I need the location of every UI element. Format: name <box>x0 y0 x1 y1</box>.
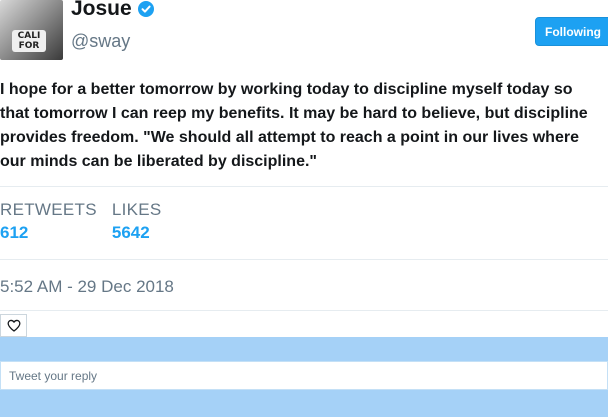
tweet-stats: RETWEETS 612 LIKES 5642 <box>0 200 177 243</box>
retweets-count: 612 <box>0 223 29 242</box>
verified-badge-icon <box>137 1 154 17</box>
name-row: Josue <box>71 0 154 21</box>
likes-stat[interactable]: LIKES 5642 <box>112 200 162 243</box>
divider <box>0 310 608 311</box>
avatar[interactable]: CALI FOR <box>0 0 63 60</box>
avatar-text: CALI FOR <box>12 30 46 52</box>
user-handle[interactable]: @sway <box>71 31 130 52</box>
retweets-stat[interactable]: RETWEETS 612 <box>0 200 97 243</box>
divider <box>0 259 608 260</box>
display-name[interactable]: Josue <box>71 0 132 21</box>
like-button[interactable] <box>0 314 27 337</box>
likes-count: 5642 <box>111 223 150 242</box>
tweet-timestamp: 5:52 AM - 29 Dec 2018 <box>0 277 174 296</box>
following-button[interactable]: Following <box>535 17 608 46</box>
reply-input[interactable] <box>0 361 608 390</box>
divider <box>0 186 608 187</box>
tweet-text: I hope for a better tomorrow by working … <box>0 81 588 170</box>
retweets-label: RETWEETS <box>0 200 97 219</box>
likes-label: LIKES <box>111 200 162 219</box>
heart-icon <box>7 319 20 332</box>
